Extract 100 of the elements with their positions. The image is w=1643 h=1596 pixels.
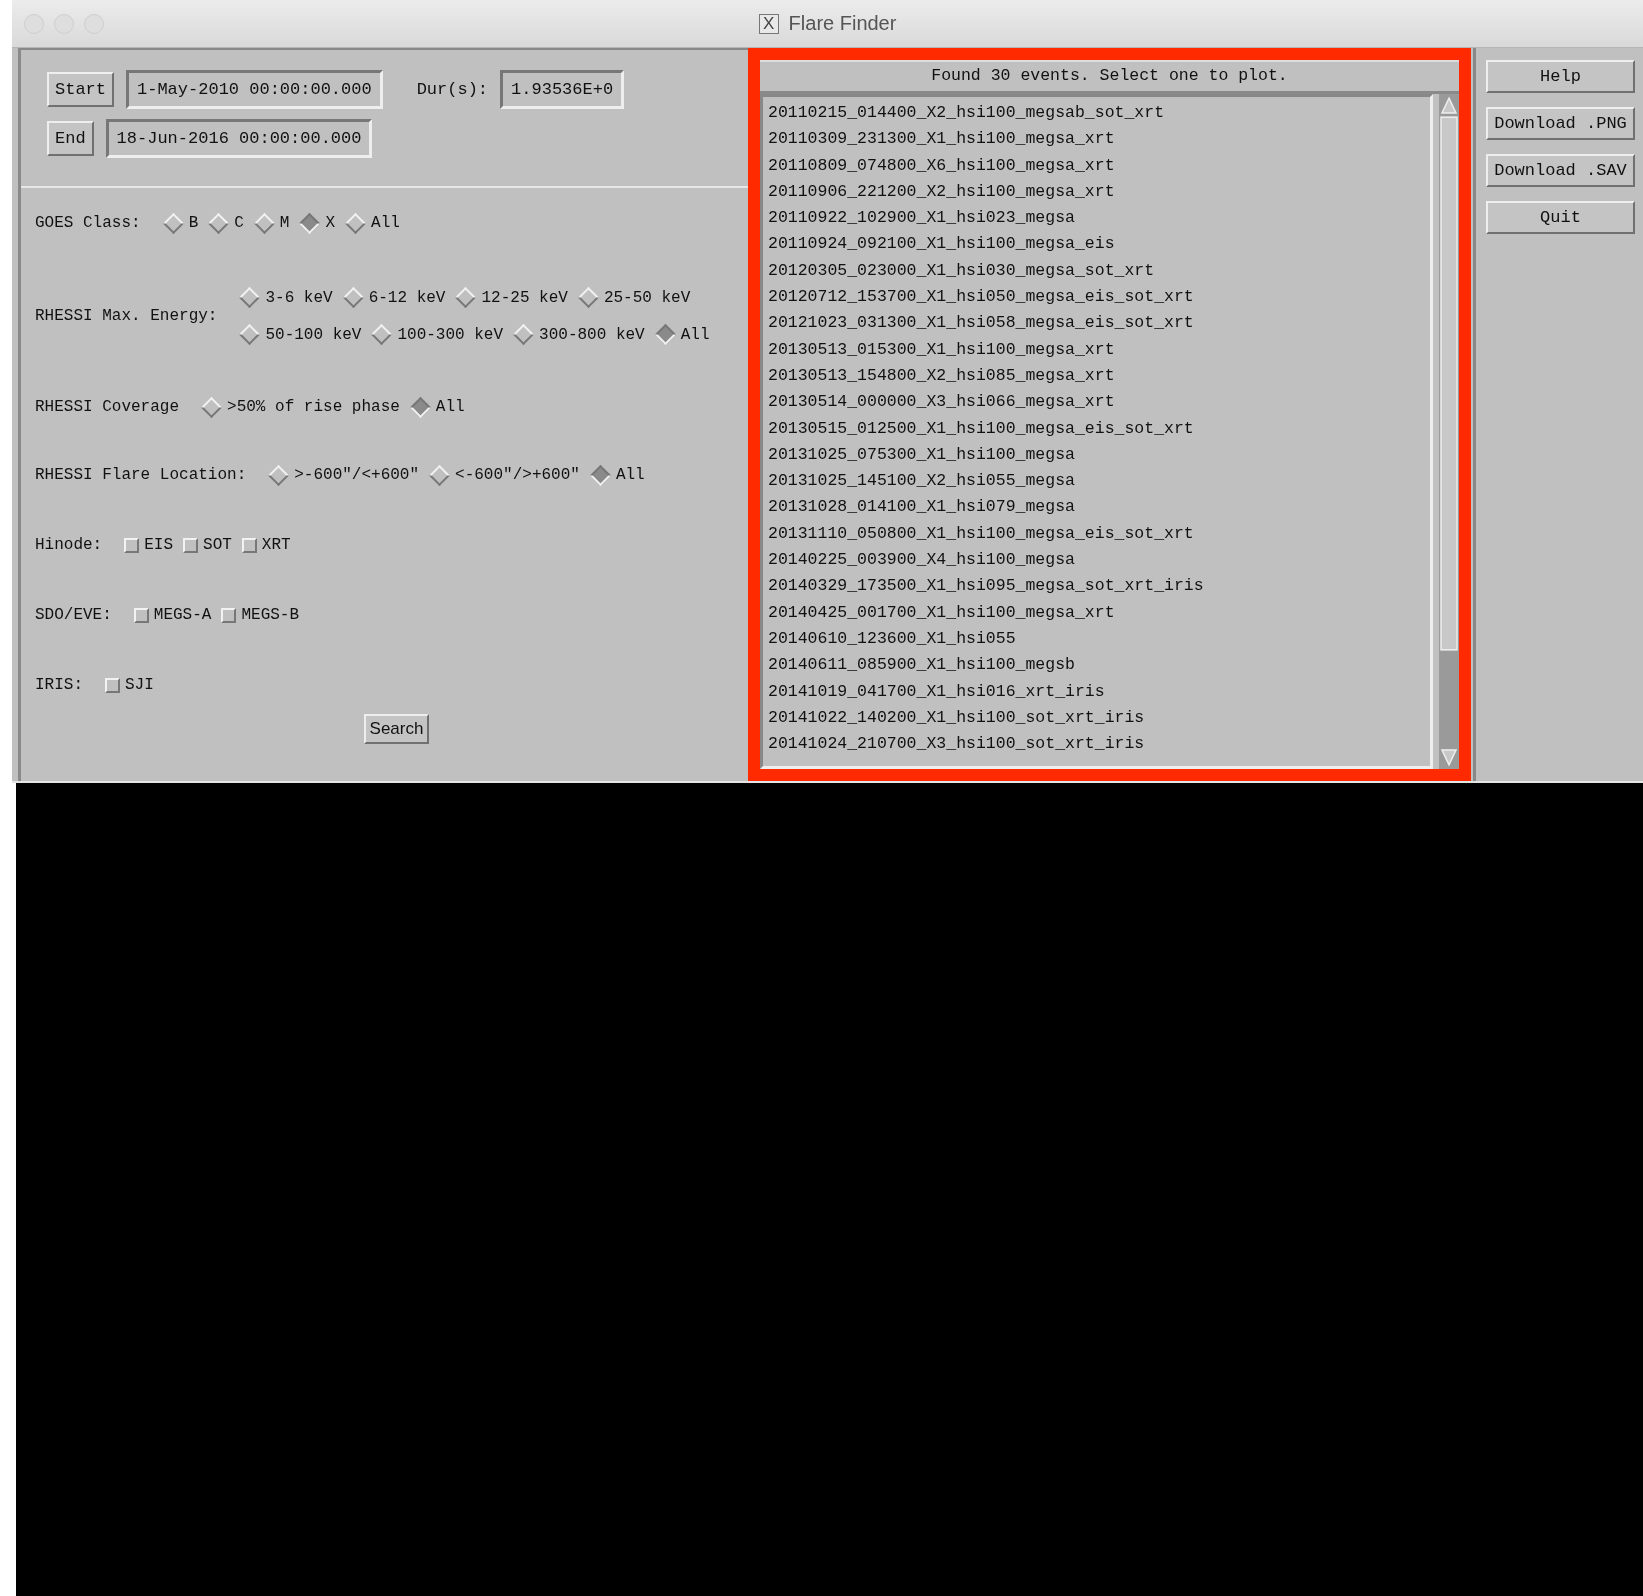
- option-label: MEGS-B: [241, 606, 300, 624]
- checkbox-option[interactable]: EIS: [124, 536, 174, 554]
- event-item[interactable]: 20131025_145100_X2_hsi055_megsa: [768, 468, 1425, 495]
- end-button[interactable]: End: [47, 121, 94, 156]
- checkbox[interactable]: [183, 537, 199, 553]
- results-header: Found 30 events. Select one to plot.: [760, 60, 1459, 94]
- option-label: >50% of rise phase: [227, 398, 400, 416]
- filter-label: Hinode:: [35, 536, 103, 554]
- checkbox[interactable]: [221, 607, 237, 623]
- end-time-field[interactable]: 18-Jun-2016 00:00:00.000: [105, 119, 373, 158]
- checkbox[interactable]: [133, 607, 149, 623]
- checkbox-option[interactable]: MEGS-B: [221, 606, 300, 624]
- radio-option[interactable]: 25-50 keV: [577, 287, 691, 308]
- option-label: All: [680, 325, 710, 344]
- filter-label: GOES Class:: [35, 214, 141, 232]
- option-label: C: [234, 214, 244, 232]
- checkbox-option[interactable]: MEGS-A: [133, 606, 212, 624]
- event-item[interactable]: 20130513_015300_X1_hsi100_megsa_xrt: [768, 336, 1425, 363]
- option-label: All: [371, 214, 400, 232]
- event-item[interactable]: 20120305_023000_X1_hsi030_megsa_sot_xrt: [768, 257, 1425, 285]
- scrollbar[interactable]: [1439, 94, 1459, 769]
- radio-option[interactable]: 50-100 keV: [239, 324, 362, 345]
- option-label: >-600"/<+600": [294, 466, 420, 484]
- checkbox-option[interactable]: XRT: [241, 536, 291, 554]
- checkbox[interactable]: [241, 537, 257, 553]
- option-label: 100-300 keV: [397, 325, 504, 344]
- event-item[interactable]: 20110906_221200_X2_hsi100_megsa_xrt: [768, 178, 1425, 206]
- event-item[interactable]: 20131028_014100_X1_hsi079_megsa: [768, 494, 1425, 521]
- event-item[interactable]: 20140425_001700_X1_hsi100_megsa_xrt: [768, 599, 1425, 626]
- option-label: SJI: [125, 676, 154, 694]
- option-label: <-600"/>+600": [455, 466, 580, 484]
- radio-option[interactable]: 100-300 keV: [371, 324, 504, 345]
- duration-label: Dur(s):: [416, 80, 489, 99]
- start-time-field[interactable]: 1-May-2010 00:00:00.000: [126, 70, 383, 109]
- event-item[interactable]: 20110809_074800_X6_hsi100_megsa_xrt: [768, 152, 1425, 179]
- radio-option[interactable]: 3-6 keV: [239, 287, 333, 308]
- event-item[interactable]: 20140329_173500_X1_hsi095_megsa_sot_xrt_iris: [768, 573, 1425, 600]
- event-item[interactable]: 20141022_140200_X1_hsi100_sot_xrt_iris: [768, 704, 1425, 732]
- option-label: 3-6 keV: [265, 288, 333, 307]
- action-button[interactable]: Quit: [1486, 201, 1635, 234]
- duration-field[interactable]: 1.93536E+0: [500, 70, 625, 109]
- option-label: SOT: [203, 536, 232, 554]
- event-item[interactable]: 20131110_050800_X1_hsi100_megsa_eis_sot_xrt: [768, 520, 1425, 548]
- event-item[interactable]: 20110215_014400_X2_hsi100_megsab_sot_xrt: [768, 100, 1425, 127]
- radio-option[interactable]: X: [299, 212, 336, 234]
- checkbox-option[interactable]: SJI: [105, 676, 154, 694]
- radio-option[interactable]: <-600"/>+600": [429, 464, 580, 486]
- option-label: MEGS-A: [153, 606, 212, 624]
- radio-option[interactable]: >50% of rise phase: [201, 396, 400, 418]
- radio-option[interactable]: All: [589, 464, 645, 486]
- radio-option[interactable]: 6-12 keV: [342, 287, 446, 308]
- event-item[interactable]: 20141024_210700_X3_hsi100_sot_xrt_iris: [768, 731, 1425, 758]
- event-item[interactable]: 20120712_153700_X1_hsi050_megsa_eis_sot_xrt: [768, 284, 1425, 311]
- event-item[interactable]: 20140610_123600_X1_hsi055: [768, 625, 1425, 653]
- option-label: EIS: [144, 536, 174, 554]
- filter-label: IRIS:: [35, 676, 83, 694]
- event-item[interactable]: 20130514_000000_X3_hsi066_megsa_xrt: [768, 389, 1425, 416]
- option-label: X: [325, 214, 336, 232]
- radio-option[interactable]: B: [162, 212, 199, 234]
- checkbox[interactable]: [124, 537, 140, 553]
- radio-option[interactable]: M: [253, 212, 290, 234]
- event-item[interactable]: 20140225_003900_X4_hsi100_megsa: [768, 547, 1425, 574]
- event-item[interactable]: 20121023_031300_X1_hsi058_megsa_eis_sot_xrt: [768, 310, 1425, 337]
- radio-option[interactable]: All: [409, 396, 465, 418]
- checkbox-option[interactable]: SOT: [183, 536, 232, 554]
- event-item[interactable]: 20130515_012500_X1_hsi100_megsa_eis_sot_xrt: [768, 415, 1425, 442]
- search-button[interactable]: Search: [363, 714, 430, 744]
- event-item[interactable]: 20141019_041700_X1_hsi016_xrt_iris: [768, 678, 1425, 705]
- option-label: All: [615, 466, 645, 484]
- option-label: 6-12 keV: [368, 288, 446, 307]
- radio-option[interactable]: All: [654, 324, 710, 345]
- event-item[interactable]: 20110922_102900_X1_hsi023_megsa: [768, 205, 1425, 232]
- app-logo-icon: X: [758, 13, 779, 34]
- option-label: 25-50 keV: [603, 288, 691, 307]
- event-item[interactable]: 20110309_231300_X1_hsi100_megsa_xrt: [768, 126, 1425, 153]
- event-item[interactable]: 20130513_154800_X2_hsi085_megsa_xrt: [768, 362, 1425, 390]
- radio-option[interactable]: C: [208, 212, 244, 234]
- filter-label: RHESSI Max. Energy:: [35, 307, 218, 325]
- option-label: 50-100 keV: [265, 325, 362, 344]
- option-label: All: [435, 398, 465, 416]
- filter-label: SDO/EVE:: [35, 606, 112, 624]
- filter-label: RHESSI Flare Location:: [35, 466, 247, 484]
- event-item[interactable]: 20140611_085900_X1_hsi100_megsb: [768, 652, 1425, 679]
- radio-option[interactable]: 300-800 keV: [513, 324, 645, 345]
- action-button[interactable]: Download .PNG: [1486, 107, 1635, 140]
- start-button[interactable]: Start: [47, 72, 114, 107]
- action-button[interactable]: Download .SAV: [1486, 154, 1635, 187]
- action-button[interactable]: Help: [1486, 60, 1635, 93]
- radio-option[interactable]: >-600"/<+600": [268, 464, 420, 486]
- radio-option[interactable]: All: [345, 212, 400, 234]
- event-item[interactable]: 20110924_092100_X1_hsi100_megsa_eis: [768, 231, 1425, 258]
- option-label: 300-800 keV: [539, 325, 645, 344]
- radio-option[interactable]: 12-25 keV: [455, 287, 568, 308]
- event-item[interactable]: 20131025_075300_X1_hsi100_megsa: [768, 441, 1425, 469]
- window-title: Flare Finder: [788, 12, 897, 35]
- option-label: XRT: [261, 536, 291, 554]
- checkbox[interactable]: [105, 677, 120, 693]
- option-label: B: [188, 214, 199, 232]
- option-label: M: [279, 214, 290, 232]
- filter-label: RHESSI Coverage: [35, 398, 180, 416]
